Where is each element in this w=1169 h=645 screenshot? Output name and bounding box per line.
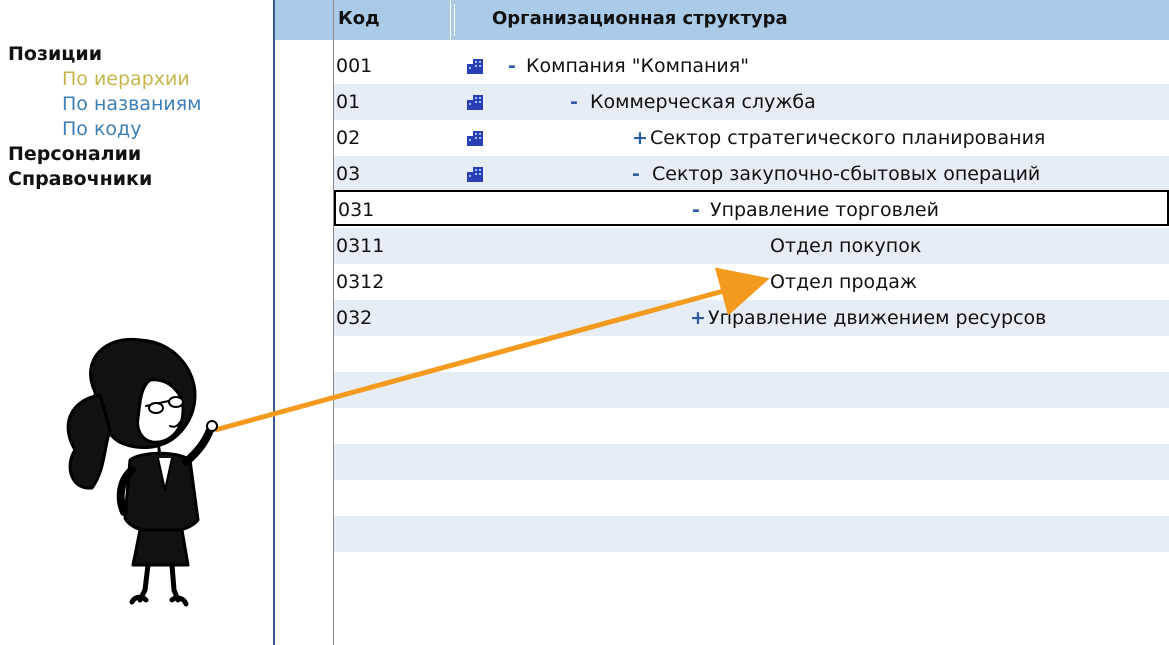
table-row[interactable]: 01 - Коммерческая служба — [334, 84, 1169, 120]
org-structure-table: Код Организационная структура 001 - Комп… — [334, 0, 1169, 645]
row-code: 02 — [336, 127, 361, 149]
row-name: Сектор стратегического планирования — [650, 127, 1046, 149]
row-code: 0312 — [336, 271, 385, 293]
nav-by-hierarchy[interactable]: По иерархии — [8, 67, 202, 92]
nav-positions[interactable]: Позиции — [8, 42, 202, 67]
column-header-code[interactable]: Код — [338, 0, 451, 40]
building-icon — [467, 95, 483, 110]
nav-references[interactable]: Справочники — [8, 167, 202, 192]
nav-personal[interactable]: Персоналии — [8, 142, 202, 167]
table-header: Код Организационная структура — [334, 0, 1169, 40]
empty-row — [334, 444, 1169, 480]
building-icon — [467, 131, 483, 146]
row-name: Коммерческая служба — [590, 91, 816, 113]
column-header-org[interactable]: Организационная структура — [492, 0, 788, 40]
row-name: Управление торговлей — [710, 199, 939, 221]
row-name: Отдел продаж — [770, 271, 918, 293]
table-row[interactable]: 0312 Отдел продаж — [334, 264, 1169, 300]
collapse-toggle[interactable]: - — [632, 156, 640, 192]
table-row[interactable]: 0311 Отдел покупок — [334, 228, 1169, 264]
empty-row — [334, 516, 1169, 552]
gutter-header — [275, 0, 333, 40]
row-name: Отдел покупок — [770, 235, 922, 257]
building-icon — [467, 59, 483, 74]
row-code: 031 — [338, 199, 375, 221]
left-panel: Позиции По иерархии По названиям По коду… — [0, 0, 275, 645]
row-code: 03 — [336, 163, 361, 185]
nav-by-code[interactable]: По коду — [8, 117, 202, 142]
table-row[interactable]: 032 + Управление движением ресурсов — [334, 300, 1169, 336]
table-row[interactable]: 03 - Сектор закупочно-сбытовых операций — [334, 156, 1169, 192]
row-code: 001 — [336, 55, 373, 77]
table-row[interactable]: 001 - Компания "Компания" — [334, 48, 1169, 84]
row-code: 01 — [336, 91, 361, 113]
empty-row — [334, 372, 1169, 408]
row-gutter — [275, 0, 334, 645]
row-name: Компания "Компания" — [526, 55, 749, 77]
left-navigation: Позиции По иерархии По названиям По коду… — [8, 42, 202, 192]
row-name: Управление движением ресурсов — [708, 307, 1047, 329]
building-icon — [467, 167, 483, 182]
row-name: Сектор закупочно-сбытовых операций — [652, 163, 1041, 185]
expand-toggle[interactable]: + — [632, 120, 648, 156]
collapse-toggle[interactable]: - — [570, 84, 578, 120]
header-separator — [454, 4, 455, 36]
table-row[interactable]: 02 + Сектор стратегического планирования — [334, 120, 1169, 156]
collapse-toggle[interactable]: - — [692, 192, 700, 228]
row-code: 032 — [336, 307, 373, 329]
collapse-toggle[interactable]: - — [508, 48, 516, 84]
table-row-selected[interactable]: 031 - Управление торговлей — [334, 190, 1169, 226]
nav-by-names[interactable]: По названиям — [8, 92, 202, 117]
expand-toggle[interactable]: + — [690, 300, 706, 336]
row-code: 0311 — [336, 235, 385, 257]
